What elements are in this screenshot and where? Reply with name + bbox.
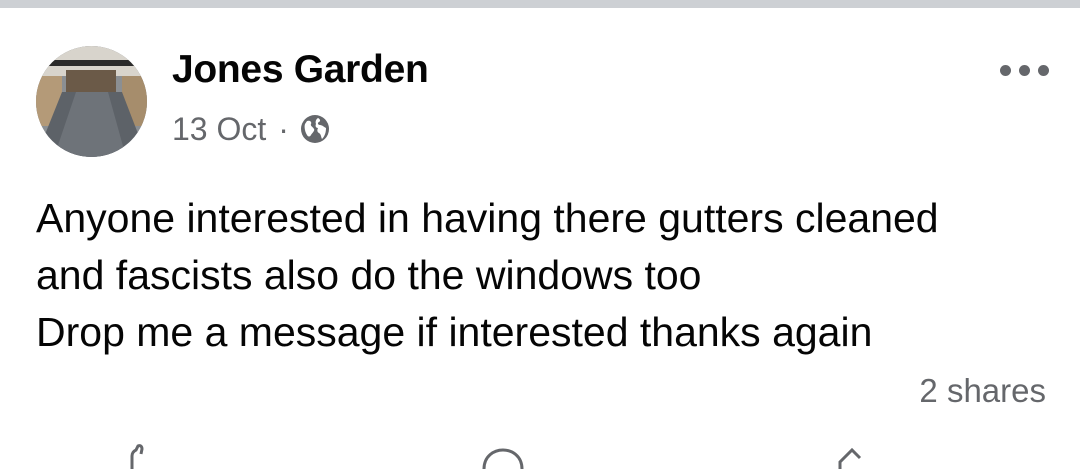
more-horizontal-icon-dot <box>1018 64 1030 76</box>
post-date[interactable]: 13 Oct <box>172 111 266 148</box>
avatar[interactable] <box>36 46 147 157</box>
more-horizontal-icon-dot <box>1037 64 1049 76</box>
post-text-line: Drop me a message if interested thanks a… <box>36 309 873 355</box>
post-text: Anyone interested in having there gutter… <box>36 190 1046 361</box>
shares-count[interactable]: 2 shares <box>919 372 1046 410</box>
comment-icon[interactable] <box>478 444 528 469</box>
post-action-bar <box>0 444 1080 469</box>
avatar-photo <box>36 46 147 157</box>
globe-icon <box>300 115 329 143</box>
more-horizontal-icon-dot <box>999 64 1011 76</box>
share-icon[interactable] <box>830 444 870 469</box>
like-icon[interactable] <box>118 444 158 469</box>
author-name[interactable]: Jones Garden <box>172 48 429 92</box>
post-text-line: Anyone interested in having there gutter… <box>36 195 939 241</box>
more-options-button[interactable] <box>992 52 1056 88</box>
meta-separator: · <box>278 110 289 147</box>
post-text-line: and fascists also do the windows too <box>36 252 702 298</box>
post-meta: 13 Oct · <box>172 109 331 149</box>
post-card: Jones Garden 13 Oct · Anyone interested … <box>0 8 1080 469</box>
feed-divider <box>0 0 1080 8</box>
